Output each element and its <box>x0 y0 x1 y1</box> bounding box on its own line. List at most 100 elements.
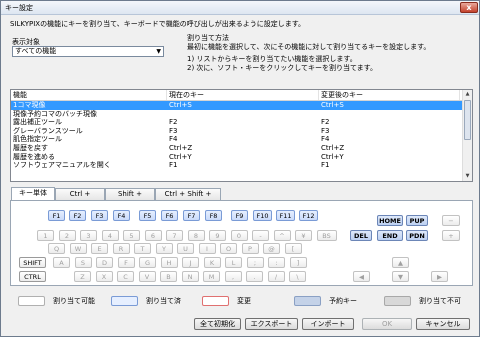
key-q[interactable]: Q <box>48 243 65 254</box>
key-5[interactable]: 5 <box>123 230 140 241</box>
key-f10[interactable]: F10 <box>253 210 272 221</box>
key-sym[interactable]: @ <box>263 243 280 254</box>
list-row[interactable]: 履歴を戻す Ctrl+Z Ctrl+Z <box>11 144 472 153</box>
list-row[interactable]: 肌色指定ツール F4 F4 <box>11 135 472 144</box>
target-select[interactable]: すべての機能 ▼ <box>12 46 164 57</box>
key-r[interactable]: R <box>112 243 130 254</box>
key-d[interactable]: D <box>96 257 113 268</box>
key-f11[interactable]: F11 <box>276 210 295 221</box>
key-f5[interactable]: F5 <box>139 210 156 221</box>
key-u[interactable]: U <box>177 243 194 254</box>
key-g[interactable]: G <box>139 257 156 268</box>
list-row[interactable]: グレーバランスツール F3 F3 <box>11 127 472 136</box>
key-e[interactable]: E <box>91 243 108 254</box>
key-s[interactable]: S <box>74 257 92 268</box>
key-sym[interactable]: / <box>267 271 285 282</box>
key-y[interactable]: Y <box>155 243 173 254</box>
ok-button[interactable]: OK <box>362 318 412 330</box>
key-del[interactable]: DEL <box>350 230 372 241</box>
key-sym[interactable]: , <box>224 271 242 282</box>
key-shift[interactable]: SHIFT <box>19 257 46 268</box>
key-p[interactable]: P <box>241 243 259 254</box>
key-v[interactable]: V <box>138 271 156 282</box>
key-2[interactable]: 2 <box>58 230 76 241</box>
key-8[interactable]: 8 <box>187 230 205 241</box>
key-f7[interactable]: F7 <box>183 210 200 221</box>
key-0[interactable]: 0 <box>230 230 248 241</box>
key-home[interactable]: HOME <box>377 215 403 226</box>
key-k[interactable]: K <box>203 257 221 268</box>
key-l[interactable]: L <box>225 257 242 268</box>
key-sym[interactable]: ^ <box>273 230 291 241</box>
list-row[interactable]: 現像予約コマのバッチ現像 <box>11 110 472 119</box>
key-f1[interactable]: F1 <box>48 210 65 221</box>
key-end[interactable]: END <box>377 230 403 241</box>
scroll-thumb[interactable] <box>464 100 471 140</box>
key-f[interactable]: F <box>117 257 135 268</box>
key-sym[interactable]: . <box>246 271 263 282</box>
arrow-right-icon[interactable]: ▶ <box>431 271 448 282</box>
key-9[interactable]: 9 <box>209 230 226 241</box>
header-function[interactable]: 機能 <box>11 90 167 100</box>
key-bs[interactable]: BS <box>316 230 337 241</box>
export-button[interactable]: エクスポート <box>245 318 298 330</box>
key-o[interactable]: O <box>220 243 237 254</box>
key-i[interactable]: I <box>198 243 216 254</box>
list-scrollbar[interactable]: ▲ ▼ <box>462 90 472 181</box>
key-f6[interactable]: F6 <box>161 210 178 221</box>
key-f3[interactable]: F3 <box>91 210 108 221</box>
key-1[interactable]: 1 <box>37 230 54 241</box>
key-4[interactable]: 4 <box>101 230 119 241</box>
key-f2[interactable]: F2 <box>69 210 86 221</box>
key-numpad-minus[interactable]: − <box>442 215 460 226</box>
key-sym[interactable]: ; <box>246 257 264 268</box>
close-button[interactable]: x <box>460 2 478 13</box>
key-sym[interactable]: ¥ <box>295 230 312 241</box>
key-sym[interactable]: \ <box>289 271 306 282</box>
list-row[interactable]: 履歴を進める Ctrl+Y Ctrl+Y <box>11 153 472 162</box>
header-new-key[interactable]: 変更後のキー <box>319 90 460 100</box>
key-sym[interactable]: - <box>252 230 269 241</box>
key-3[interactable]: 3 <box>80 230 97 241</box>
tab-shift[interactable]: Shift + <box>105 188 155 200</box>
key-ctrl[interactable]: CTRL <box>19 271 46 282</box>
key-n[interactable]: N <box>181 271 199 282</box>
key-w[interactable]: W <box>69 243 87 254</box>
key-j[interactable]: J <box>182 257 199 268</box>
key-sym[interactable]: [ <box>284 243 302 254</box>
key-f4[interactable]: F4 <box>113 210 130 221</box>
arrow-down-icon[interactable]: ▼ <box>392 271 409 282</box>
list-row[interactable]: ソフトウェアマニュアルを開く F1 F1 <box>11 161 472 170</box>
tab-ctrl-shift[interactable]: Ctrl + Shift + <box>155 188 221 200</box>
key-f8[interactable]: F8 <box>205 210 222 221</box>
import-button[interactable]: インポート <box>302 318 354 330</box>
key-a[interactable]: A <box>53 257 70 268</box>
key-c[interactable]: C <box>117 271 134 282</box>
list-row[interactable]: 露出補正ツール F2 F2 <box>11 118 472 127</box>
key-6[interactable]: 6 <box>144 230 162 241</box>
header-current-key[interactable]: 現在のキー <box>167 90 319 100</box>
arrow-left-icon[interactable]: ◀ <box>353 271 370 282</box>
scroll-up-icon[interactable]: ▲ <box>463 90 472 99</box>
key-f9[interactable]: F9 <box>231 210 248 221</box>
key-b[interactable]: B <box>160 271 177 282</box>
key-z[interactable]: Z <box>74 271 91 282</box>
key-sym[interactable]: : <box>268 257 285 268</box>
tab-ctrl[interactable]: Ctrl + <box>55 188 105 200</box>
arrow-up-icon[interactable]: ▲ <box>392 257 409 268</box>
list-row[interactable]: 1コマ現像 Ctrl+S Ctrl+S <box>11 101 472 110</box>
cancel-button[interactable]: キャンセル <box>416 318 470 330</box>
key-x[interactable]: X <box>95 271 113 282</box>
key-sym[interactable]: ] <box>289 257 307 268</box>
reset-all-button[interactable]: 全て初期化 <box>194 318 241 330</box>
tab-single-key[interactable]: キー単体 <box>11 187 55 200</box>
key-f12[interactable]: F12 <box>299 210 318 221</box>
function-list[interactable]: 機能 現在のキー 変更後のキー 1コマ現像 Ctrl+S Ctrl+S 現像予約コマの… <box>10 89 473 182</box>
key-h[interactable]: H <box>160 257 178 268</box>
key-numpad-plus[interactable]: + <box>442 230 460 241</box>
key-7[interactable]: 7 <box>166 230 183 241</box>
key-pup[interactable]: PUP <box>406 215 428 226</box>
scroll-down-icon[interactable]: ▼ <box>463 172 472 181</box>
key-t[interactable]: T <box>134 243 151 254</box>
key-pdn[interactable]: PDN <box>406 230 428 241</box>
